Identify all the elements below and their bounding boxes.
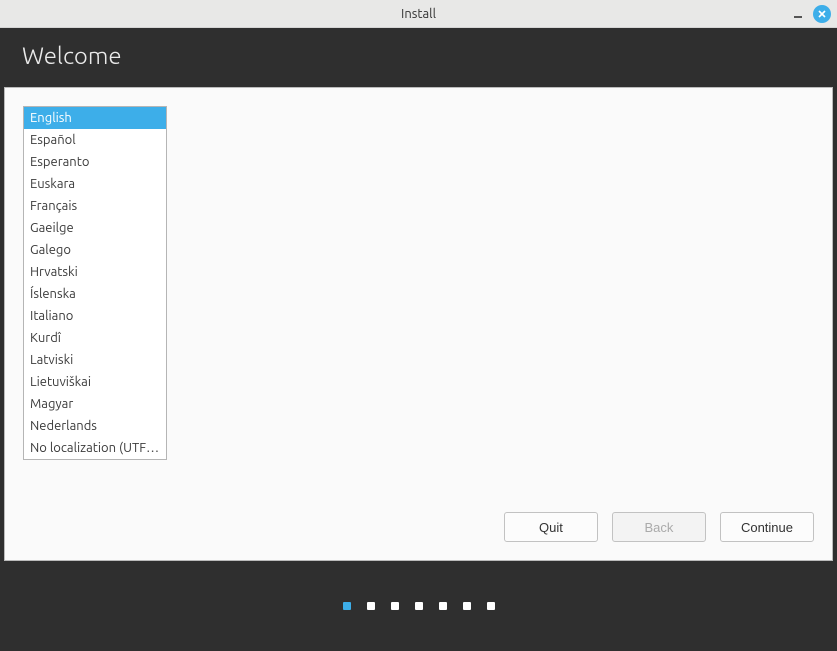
language-item[interactable]: Kurdî — [24, 327, 166, 349]
window-title: Install — [0, 7, 837, 21]
window: Install Welcome EnglishEspañolEsperantoE… — [0, 0, 837, 651]
progress-dot — [343, 602, 351, 610]
minimize-icon — [792, 8, 804, 20]
language-item[interactable]: Íslenska — [24, 283, 166, 305]
progress-dot — [439, 602, 447, 610]
page-body: EnglishEspañolEsperantoEuskaraFrançaisGa… — [4, 87, 833, 561]
page-title: Welcome — [22, 42, 815, 69]
language-item[interactable]: Nederlands — [24, 415, 166, 437]
language-item[interactable]: Français — [24, 195, 166, 217]
progress-dot — [367, 602, 375, 610]
language-item[interactable]: Gaeilge — [24, 217, 166, 239]
quit-button[interactable]: Quit — [504, 512, 598, 542]
titlebar: Install — [0, 0, 837, 28]
language-listbox[interactable]: EnglishEspañolEsperantoEuskaraFrançaisGa… — [23, 106, 167, 460]
language-item[interactable]: Galego — [24, 239, 166, 261]
continue-button[interactable]: Continue — [720, 512, 814, 542]
app-area: Welcome EnglishEspañolEsperantoEuskaraFr… — [0, 28, 837, 651]
window-controls — [789, 0, 831, 27]
button-row: Quit Back Continue — [504, 512, 814, 542]
progress-dot — [415, 602, 423, 610]
language-item[interactable]: Latviski — [24, 349, 166, 371]
progress-dot — [487, 602, 495, 610]
close-button[interactable] — [813, 5, 831, 23]
language-item[interactable]: Hrvatski — [24, 261, 166, 283]
language-item[interactable]: English — [24, 107, 166, 129]
language-item[interactable]: Italiano — [24, 305, 166, 327]
language-item[interactable]: Euskara — [24, 173, 166, 195]
language-item[interactable]: Esperanto — [24, 151, 166, 173]
progress-bar — [0, 561, 837, 651]
progress-dot — [391, 602, 399, 610]
minimize-button[interactable] — [789, 5, 807, 23]
progress-dot — [463, 602, 471, 610]
back-button: Back — [612, 512, 706, 542]
language-item[interactable]: Español — [24, 129, 166, 151]
language-item[interactable]: Magyar — [24, 393, 166, 415]
close-icon — [817, 9, 827, 19]
progress-dots — [343, 602, 495, 610]
page-header: Welcome — [0, 28, 837, 87]
language-item[interactable]: Lietuviškai — [24, 371, 166, 393]
language-item[interactable]: No localization (UTF-8) — [24, 437, 166, 459]
